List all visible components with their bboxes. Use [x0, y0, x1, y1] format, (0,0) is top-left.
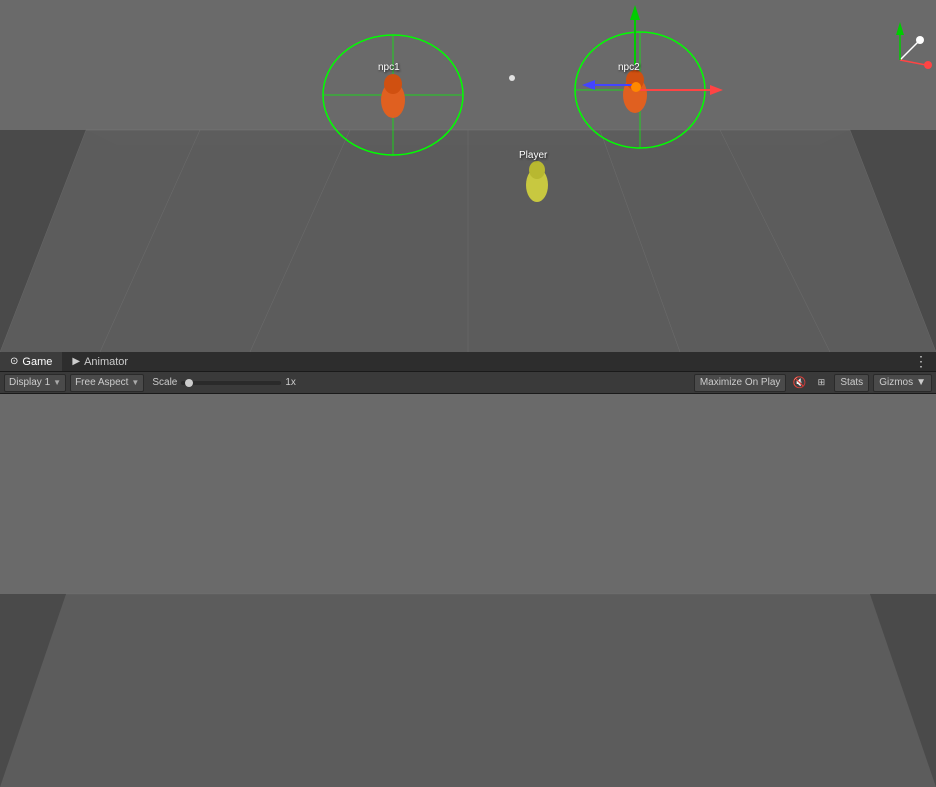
scale-slider-thumb: [185, 379, 193, 387]
tab-animator-label: Animator: [84, 356, 128, 368]
scale-value: 1x: [285, 377, 296, 388]
display-dropdown[interactable]: Display 1 ▼: [4, 374, 66, 392]
npc1-label: npc1: [378, 62, 400, 73]
stats-button[interactable]: Stats: [834, 374, 869, 392]
npc2-label: npc2: [618, 62, 640, 73]
player-label: Player: [519, 150, 547, 161]
tab-bar: ⊙ Game ▶ Animator ⋮: [0, 352, 936, 372]
aspect-dropdown[interactable]: Free Aspect ▼: [70, 374, 144, 392]
game-toolbar: Display 1 ▼ Free Aspect ▼ Scale 1x Maxim…: [0, 372, 936, 394]
mute-icon: 🔇: [793, 376, 807, 389]
scale-slider[interactable]: [181, 381, 281, 385]
aspect-label: Free Aspect: [75, 377, 128, 388]
grid-icon: ⊞: [818, 377, 826, 388]
game-view: ✦ npc1 npc2 Player: [0, 394, 936, 787]
grid-button[interactable]: ⊞: [812, 374, 830, 392]
maximize-on-play-button[interactable]: Maximize On Play: [694, 374, 787, 392]
gizmos-arrow-icon: ▼: [916, 377, 926, 388]
display-arrow-icon: ▼: [53, 378, 61, 387]
display-label: Display 1: [9, 377, 50, 388]
scale-label: Scale: [152, 377, 177, 388]
animator-icon: ▶: [72, 356, 80, 367]
gizmos-button[interactable]: Gizmos ▼: [873, 374, 932, 392]
mute-button[interactable]: 🔇: [790, 374, 808, 392]
tab-game[interactable]: ⊙ Game: [0, 352, 62, 371]
aspect-arrow-icon: ▼: [131, 378, 139, 387]
scale-container: Scale 1x: [148, 377, 296, 388]
scene-view: npc1 npc2 Player: [0, 0, 936, 352]
tab-menu-button[interactable]: ⋮: [914, 353, 936, 370]
tab-animator[interactable]: ▶ Animator: [62, 352, 138, 371]
tab-game-label: Game: [22, 356, 52, 368]
game-icon: ⊙: [10, 356, 18, 367]
